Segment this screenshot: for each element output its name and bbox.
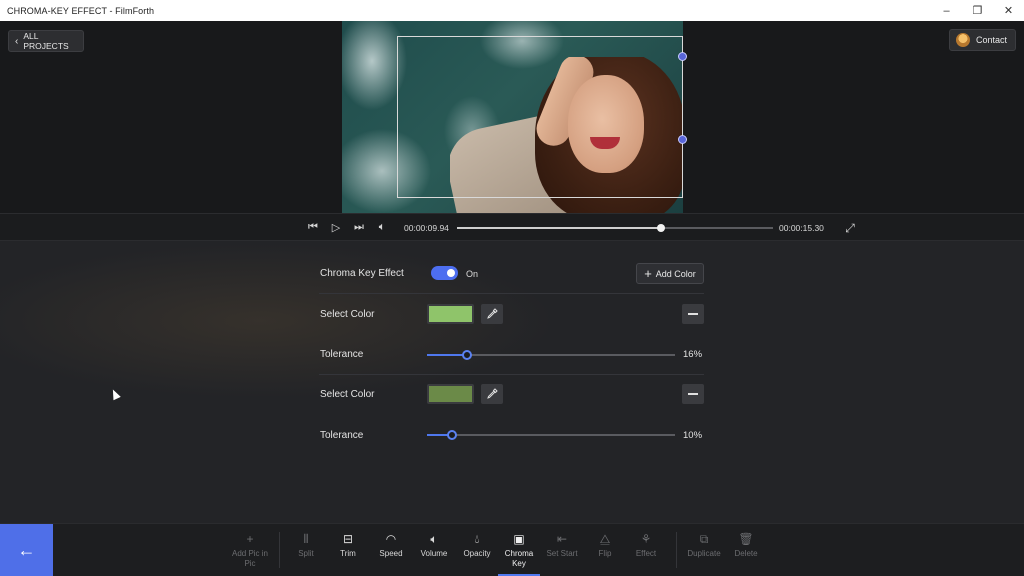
tool-label: Split [298,549,314,558]
tool-effect[interactable]: ⚘ Effect [626,532,666,559]
rotate-handle[interactable] [678,52,687,61]
divider [319,374,704,375]
tolerance-slider[interactable] [427,430,675,440]
all-projects-label: ALL PROJECTS [23,31,69,51]
tool-add-pic-in-pic[interactable]: + Add Pic in Pic [230,532,270,569]
add-color-label: Add Color [655,268,696,279]
playback-bar: ⏮ ▷ ⏭ 🔈︎ 00:00:09.94 00:00:15.30 ⤢ [0,213,1024,241]
tolerance-slider[interactable] [427,350,675,360]
remove-color-button[interactable] [682,304,704,324]
minus-icon [688,393,698,395]
chroma-effect-label: Chroma Key Effect [320,268,404,279]
playback-scrubber[interactable] [457,224,773,232]
all-projects-button[interactable]: ‹ ALL PROJECTS [8,30,84,52]
fullscreen-icon[interactable]: ⤢ [843,221,857,236]
window-title: CHROMA-KEY EFFECT - FilmForth [7,5,155,16]
tolerance-slider-fill [427,354,467,356]
tolerance-slider-knob[interactable] [446,430,457,440]
current-time: 00:00:09.94 [404,223,449,233]
tool-split[interactable]: ⫴ Split [286,532,326,559]
chevron-left-icon: ‹ [15,35,19,47]
skip-end-icon[interactable]: ⏭ [352,221,366,234]
resize-handle[interactable] [678,135,687,144]
tool-label: Volume [420,549,448,558]
contact-button[interactable]: Contact [949,29,1016,51]
divider [319,293,704,294]
playback-progress-fill [457,227,661,229]
trim-icon: ⊟ [342,532,354,546]
color-swatch[interactable] [427,304,474,324]
chroma-key-icon: ▣ [513,532,525,546]
duplicate-icon: ⧉ [699,532,709,546]
remove-color-button[interactable] [682,384,704,404]
add-color-button[interactable]: + Add Color [636,263,704,284]
playback-scrubber-knob[interactable] [656,224,665,232]
chroma-effect-toggle[interactable] [431,266,458,280]
plus-icon: + [246,532,254,546]
tool-duplicate[interactable]: ⧉ Duplicate [684,532,724,559]
close-button[interactable]: ✕ [993,0,1024,21]
skip-start-icon[interactable]: ⏮ [306,221,320,234]
contact-avatar-icon [956,33,970,47]
minimize-button[interactable]: – [931,0,962,21]
tolerance-label: Tolerance [320,430,364,441]
play-icon[interactable]: ▷ [329,221,343,234]
tool-label: Set Start [546,549,578,558]
chroma-key-panel: Chroma Key Effect On + Add Color Select … [0,241,1024,523]
eyedropper-icon [487,388,498,399]
restore-button[interactable]: ❐ [962,0,993,21]
tool-label: Add Pic in Pic [231,549,269,568]
foreground-person-image [450,57,683,213]
total-time: 00:00:15.30 [779,223,824,233]
tool-label: Flip [598,549,612,558]
tolerance-value: 10% [683,430,703,441]
tool-opacity[interactable]: 💧︎ Opacity [457,532,497,559]
edit-toolbar: ← + Add Pic in Pic ⫴ Split ⊟ Trim ◠ Spee… [0,523,1024,576]
color-swatch[interactable] [427,384,474,404]
select-color-label: Select Color [320,389,375,400]
tool-label: Speed [379,549,403,558]
volume-icon[interactable]: 🔈︎ [375,221,389,234]
eyedropper-icon [487,308,498,319]
delete-icon: 🗑︎ [738,532,754,546]
select-color-label: Select Color [320,309,375,320]
back-button[interactable]: ← [0,524,53,576]
tool-label: Delete [734,549,758,558]
tool-trim[interactable]: ⊟ Trim [328,532,368,559]
set-start-icon: ⇤ [556,532,568,546]
window-controls: – ❐ ✕ [931,0,1024,21]
tool-label: Opacity [463,549,491,558]
tool-flip[interactable]: ⧋ Flip [585,532,625,559]
eyedropper-button[interactable] [481,304,503,324]
toolbar-separator [279,532,280,568]
split-icon: ⫴ [303,532,309,546]
video-frame[interactable] [342,21,683,213]
opacity-icon: 💧︎ [474,532,480,546]
minus-icon [688,313,698,315]
tool-label: Chroma Key [504,549,534,568]
tolerance-value: 16% [683,349,703,360]
tolerance-slider-knob[interactable] [461,350,472,360]
tolerance-label: Tolerance [320,349,364,360]
tool-label: Effect [635,549,657,558]
eyedropper-button[interactable] [481,384,503,404]
volume-icon: 🔈︎ [430,532,438,546]
video-preview-area: ‹ ALL PROJECTS Contact [0,21,1024,213]
window-titlebar: CHROMA-KEY EFFECT - FilmForth – ❐ ✕ [0,0,1024,21]
tool-label: Trim [340,549,356,558]
tool-label: Duplicate [687,549,721,558]
toggle-state-label: On [466,269,479,279]
toolbar-separator [676,532,677,568]
flip-icon: ⧋ [599,532,611,546]
speed-icon: ◠ [385,532,397,546]
contact-label: Contact [976,35,1008,45]
tool-delete[interactable]: 🗑︎ Delete [726,532,766,559]
effect-icon: ⚘ [640,532,652,546]
tool-chroma-key[interactable]: ▣ Chroma Key [499,532,539,569]
tool-volume[interactable]: 🔈︎ Volume [414,532,454,559]
arrow-left-icon: ← [17,540,36,560]
tool-set-start[interactable]: ⇤ Set Start [542,532,582,559]
plus-icon: + [644,265,652,281]
tool-speed[interactable]: ◠ Speed [371,532,411,559]
